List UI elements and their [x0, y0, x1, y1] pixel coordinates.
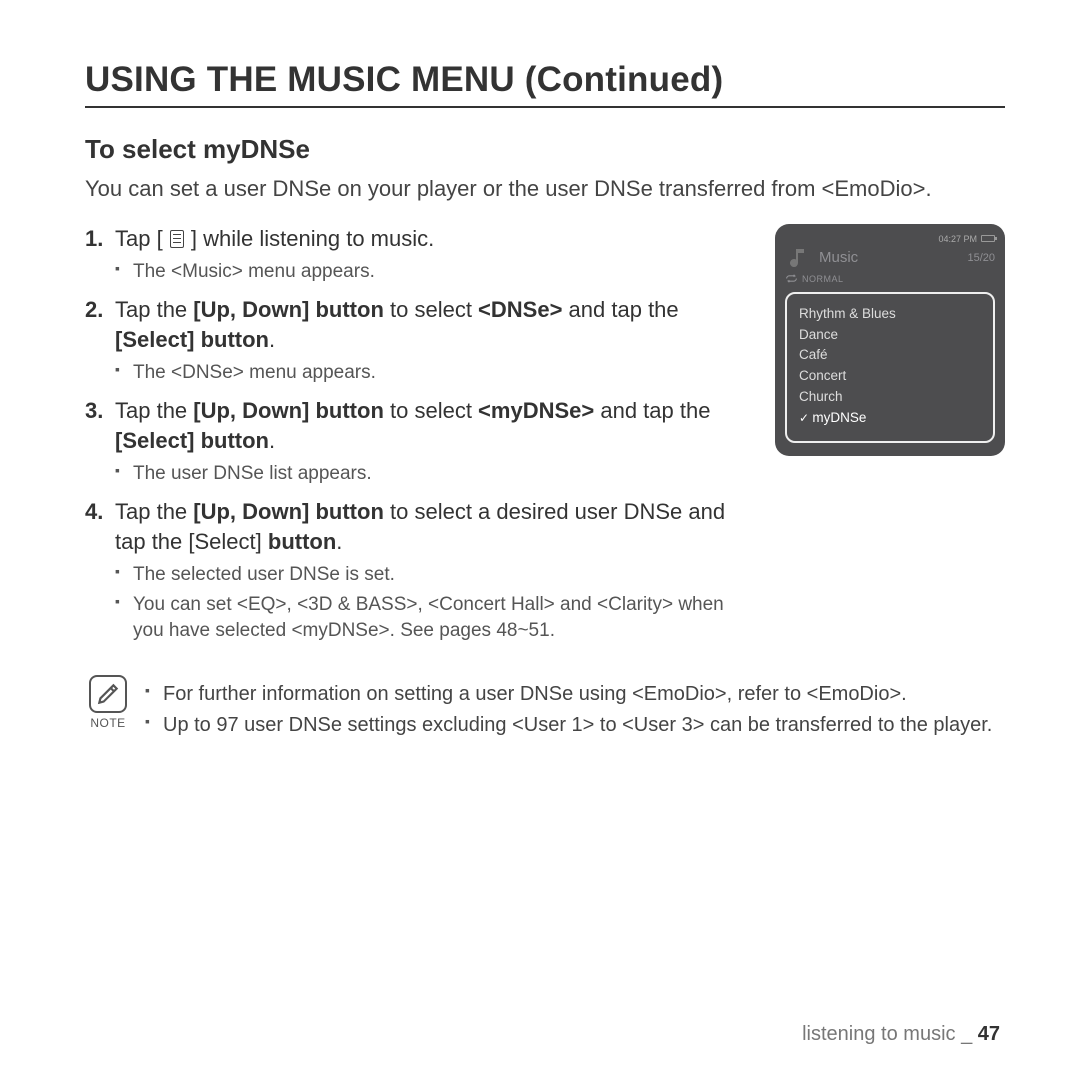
page-footer: listening to music _ 47: [802, 1023, 1000, 1046]
device-menu: Rhythm & BluesDanceCaféConcertChurchmyDN…: [785, 292, 995, 444]
section-subhead: To select myDNSe: [85, 134, 1005, 165]
device-screenshot: 04:27 PM Music 15/20 NORMAL Rhythm & Blu…: [775, 224, 1005, 456]
battery-icon: [981, 235, 995, 242]
note-item: For further information on setting a use…: [145, 681, 992, 708]
device-playmode: NORMAL: [802, 274, 844, 284]
step-list: Tap [ ] while listening to music.The <Mu…: [85, 224, 757, 644]
step-sub-item: You can set <EQ>, <3D & BASS>, <Concert …: [115, 592, 757, 643]
step-sub-item: The <DNSe> menu appears.: [115, 360, 757, 386]
step-sub-item: The user DNSe list appears.: [115, 461, 757, 487]
page-title: USING THE MUSIC MENU (Continued): [85, 60, 1005, 108]
menu-button-icon: [170, 230, 184, 248]
note-item: Up to 97 user DNSe settings excluding <U…: [145, 712, 992, 739]
step-item: Tap [ ] while listening to music.The <Mu…: [85, 224, 757, 285]
step-sub-item: The selected user DNSe is set.: [115, 562, 757, 588]
step-sub-item: The <Music> menu appears.: [115, 259, 757, 285]
device-menu-item: Rhythm & Blues: [799, 304, 981, 325]
step-item: Tap the [Up, Down] button to select <DNS…: [85, 295, 757, 386]
device-header: Music: [819, 249, 858, 266]
footer-section: listening to music _: [802, 1023, 972, 1045]
note-icon: [89, 675, 127, 713]
device-menu-item: Café: [799, 345, 981, 366]
music-note-icon: [785, 246, 813, 270]
step-item: Tap the [Up, Down] button to select <myD…: [85, 396, 757, 487]
device-time: 04:27 PM: [938, 234, 977, 244]
note-list: For further information on setting a use…: [145, 681, 992, 739]
repeat-icon: [785, 274, 798, 283]
note-block: NOTE For further information on setting …: [85, 675, 1005, 749]
device-menu-item: Church: [799, 387, 981, 408]
instruction-column: Tap [ ] while listening to music.The <Mu…: [85, 224, 757, 654]
device-menu-item: myDNSe: [799, 408, 981, 429]
footer-page-number: 47: [978, 1023, 1000, 1045]
device-menu-item: Concert: [799, 366, 981, 387]
step-item: Tap the [Up, Down] button to select a de…: [85, 497, 757, 643]
device-track-count: 15/20: [967, 252, 995, 264]
intro-text: You can set a user DNSe on your player o…: [85, 175, 1005, 204]
note-label: NOTE: [90, 716, 125, 730]
device-menu-item: Dance: [799, 325, 981, 346]
